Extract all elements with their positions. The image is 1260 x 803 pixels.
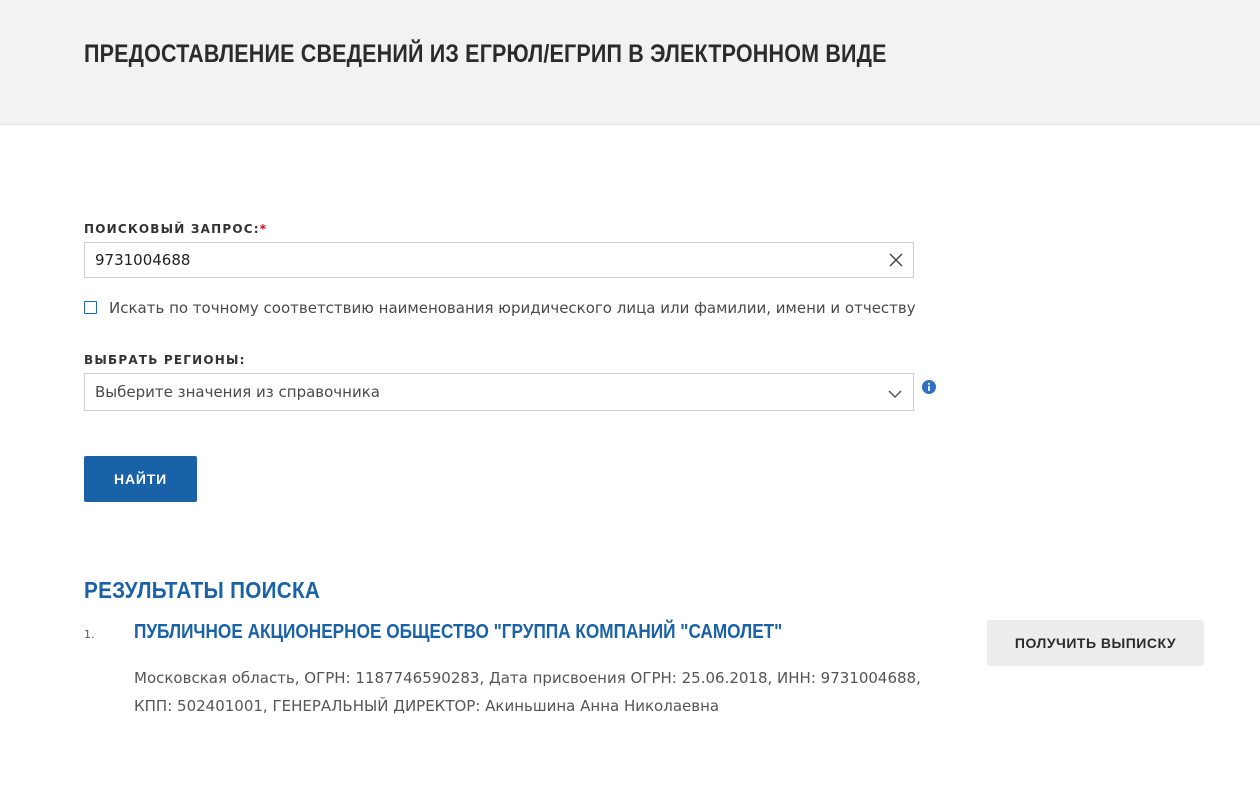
required-mark: *: [259, 222, 268, 236]
regions-select[interactable]: Выберите значения из справочника: [84, 373, 914, 411]
page-header: ПРЕДОСТАВЛЕНИЕ СВЕДЕНИЙ ИЗ ЕГРЮЛ/ЕГРИП В…: [0, 0, 1260, 125]
page-title: ПРЕДОСТАВЛЕНИЕ СВЕДЕНИЙ ИЗ ЕГРЮЛ/ЕГРИП В…: [84, 40, 887, 68]
exact-match-label[interactable]: Искать по точному соответствию наименова…: [109, 299, 916, 317]
result-company-name-link[interactable]: ПУБЛИЧНОЕ АКЦИОНЕРНОЕ ОБЩЕСТВО "ГРУППА К…: [134, 621, 782, 644]
regions-select-placeholder[interactable]: Выберите значения из справочника: [95, 383, 380, 401]
search-label: ПОИСКОВЫЙ ЗАПРОС:*: [84, 222, 267, 236]
result-details: Московская область, ОГРН: 1187746590283,…: [134, 669, 921, 715]
info-icon[interactable]: [922, 379, 936, 394]
search-input[interactable]: 9731004688: [84, 242, 914, 278]
find-button[interactable]: НАЙТИ: [84, 456, 197, 502]
regions-label: ВЫБРАТЬ РЕГИОНЫ:: [84, 353, 246, 367]
result-number: 1.: [84, 628, 95, 641]
search-label-text: ПОИСКОВЫЙ ЗАПРОС:: [84, 222, 260, 236]
search-input-value[interactable]: 9731004688: [95, 251, 190, 269]
close-icon[interactable]: [887, 251, 905, 269]
results-title: РЕЗУЛЬТАТЫ ПОИСКА: [84, 577, 321, 603]
chevron-down-icon[interactable]: [887, 385, 903, 399]
get-extract-button[interactable]: ПОЛУЧИТЬ ВЫПИСКУ: [987, 620, 1204, 666]
exact-match-checkbox[interactable]: [84, 301, 97, 314]
